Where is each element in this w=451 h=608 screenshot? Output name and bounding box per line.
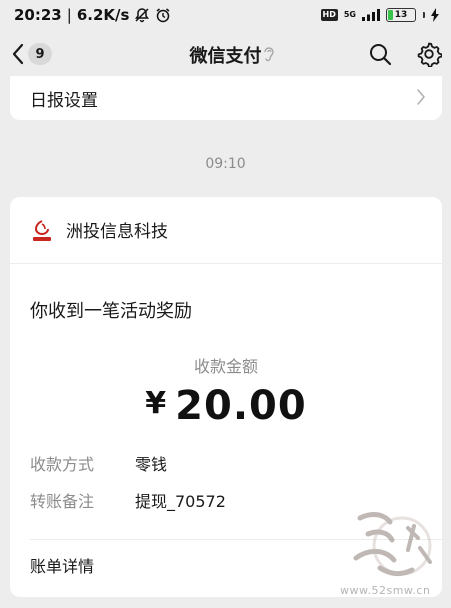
merchant-logo xyxy=(33,220,51,241)
divider xyxy=(10,263,442,264)
daily-report-settings[interactable]: 日报设置 xyxy=(10,76,442,120)
currency-symbol: ¥ xyxy=(145,386,168,421)
message-timestamp: 09:10 xyxy=(205,156,246,172)
watermark-seal xyxy=(353,512,432,577)
alarm-icon xyxy=(155,7,171,23)
signal-icon xyxy=(362,9,380,21)
status-net-speed: 6.2K/s xyxy=(76,6,130,24)
battery-level: 13 xyxy=(394,10,408,20)
notice-headline: 你收到一笔活动奖励 xyxy=(30,301,192,322)
charging-icon xyxy=(431,8,439,22)
row-value: 提现_70572 xyxy=(135,492,226,511)
row-key: 收款方式 xyxy=(30,455,95,474)
row-key: 转账备注 xyxy=(30,492,95,511)
amount-value: 20.00 xyxy=(175,383,307,429)
chevron-right-icon xyxy=(416,88,426,110)
detail-row: 转账备注 提现_70572 xyxy=(30,488,226,512)
battery-icon: 13 xyxy=(386,8,416,22)
row-value: 零钱 xyxy=(135,455,168,474)
status-time: 20:23 xyxy=(14,6,62,24)
nav-bar: 9 微信支付 xyxy=(0,30,451,78)
amount-display: ¥20.00 xyxy=(10,383,442,429)
network-type: 5G xyxy=(343,10,356,19)
status-separator: | xyxy=(66,6,72,24)
daily-report-label: 日报设置 xyxy=(30,91,98,111)
battery-cap xyxy=(423,12,425,18)
bill-detail-link[interactable]: 账单详情 xyxy=(30,553,94,577)
amount-label: 收款金额 xyxy=(193,357,258,376)
status-bar: 20:23 | 6.2K/s HD 5G 13 xyxy=(0,0,451,30)
merchant-name: 洲投信息科技 xyxy=(66,222,168,242)
hd-badge: HD xyxy=(320,9,338,21)
watermark-url: www.52smw.cn xyxy=(340,584,431,597)
mute-icon xyxy=(134,7,150,23)
gear-icon[interactable] xyxy=(416,41,443,71)
earpiece-mode-icon xyxy=(263,46,275,66)
search-icon[interactable] xyxy=(368,42,392,70)
detail-row: 收款方式 零钱 xyxy=(30,451,167,475)
